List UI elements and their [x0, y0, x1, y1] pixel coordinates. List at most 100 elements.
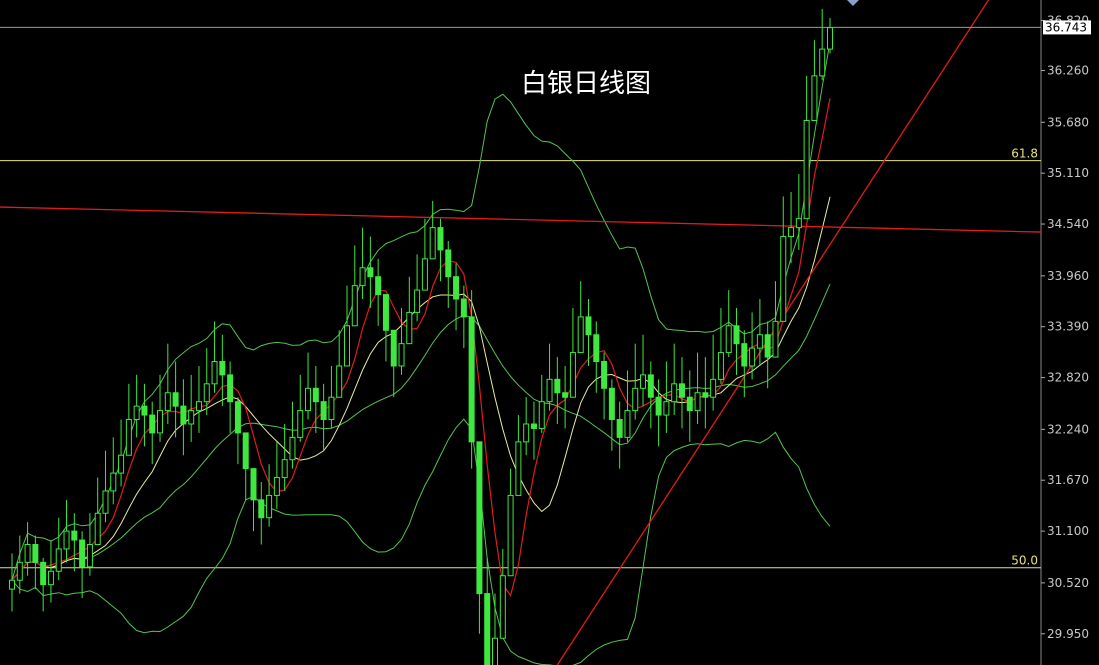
candle-body-71: [562, 392, 569, 398]
candle-body-105: [827, 27, 833, 50]
candle-body-88: [694, 392, 701, 412]
price-tick-label-3: 35.110: [1047, 166, 1089, 180]
candle-body-51: [406, 311, 413, 345]
candle-body-95: [749, 347, 756, 367]
candle-body-64: [507, 494, 514, 577]
fib-label-1: 50.0: [1011, 554, 1038, 568]
candle-body-80: [632, 387, 639, 412]
candle-body-104: [819, 48, 826, 77]
candle-body-45: [359, 267, 366, 287]
candle-body-10: [86, 543, 93, 568]
candle-body-98: [772, 320, 779, 358]
candle-body-42: [336, 365, 343, 398]
candle-body-5: [47, 570, 54, 586]
candle-body-83: [655, 396, 662, 416]
price-tick-label-2: 35.680: [1047, 115, 1089, 129]
candle-body-36: [289, 436, 296, 461]
candle-body-3: [32, 543, 39, 563]
candle-body-82: [647, 374, 654, 398]
candle-body-65: [515, 441, 522, 496]
candle-body-16: [133, 405, 140, 421]
candle-body-27: [219, 361, 226, 376]
candle-body-24: [195, 401, 202, 412]
candle-body-68: [538, 401, 545, 429]
candle-body-58: [460, 298, 467, 318]
candle-body-94: [741, 343, 748, 367]
candle-body-59: [468, 316, 475, 443]
candle-body-56: [445, 249, 452, 278]
candle-body-67: [530, 423, 537, 429]
candle-body-43: [343, 325, 350, 367]
candle-body-53: [421, 258, 428, 291]
candle-body-72: [569, 352, 576, 398]
candle-body-20: [164, 392, 171, 412]
candle-body-100: [788, 227, 795, 238]
candle-body-1: [16, 561, 23, 581]
candle-body-76: [601, 361, 608, 389]
candle-body-47: [375, 276, 382, 296]
candle-body-85: [671, 383, 678, 403]
candle-body-99: [780, 236, 787, 322]
candle-body-84: [663, 401, 670, 416]
price-tick-label-7: 32.820: [1047, 371, 1089, 385]
price-tick-label-12: 29.950: [1047, 627, 1089, 641]
price-tick-label-4: 34.540: [1047, 217, 1089, 231]
price-tick-label-6: 33.390: [1047, 320, 1089, 334]
candle-body-21: [172, 392, 179, 407]
candle-59: [468, 290, 475, 469]
candle-body-30: [242, 432, 249, 470]
candle-body-28: [227, 374, 234, 403]
chart-title: 白银日线图: [521, 69, 651, 99]
current-price-label: 36.743: [1045, 20, 1087, 34]
candle-body-101: [795, 218, 802, 229]
candle-body-37: [297, 410, 304, 438]
candle-body-15: [125, 419, 132, 456]
candle-body-46: [367, 267, 374, 278]
candle-body-97: [764, 334, 771, 358]
candle-body-63: [499, 575, 506, 639]
candle-body-91: [717, 352, 724, 380]
candle-body-19: [157, 410, 164, 434]
silver-daily-chart: 36.82036.26035.68035.11034.54033.96033.3…: [0, 0, 1099, 665]
candle-body-89: [702, 392, 709, 398]
candle-body-66: [523, 423, 530, 443]
candle-body-12: [102, 490, 109, 514]
candle-body-78: [616, 419, 623, 438]
candle-body-18: [149, 414, 156, 434]
candle-body-11: [94, 512, 101, 545]
candle-body-60: [476, 441, 483, 595]
candle-body-61: [484, 593, 491, 665]
candle-body-96: [756, 334, 763, 349]
price-tick-label-5: 33.960: [1047, 269, 1089, 283]
candle-body-17: [141, 405, 148, 416]
candle-body-93: [733, 325, 740, 345]
candle-body-8: [71, 530, 78, 541]
candle-body-26: [211, 361, 218, 385]
candle-body-79: [624, 410, 631, 438]
candle-body-14: [118, 454, 125, 474]
candle-body-41: [328, 396, 335, 421]
candle-body-54: [429, 227, 436, 260]
candle-body-25: [203, 383, 210, 403]
candle-body-87: [686, 396, 693, 412]
candle-body-69: [546, 378, 553, 403]
candle-body-86: [678, 383, 685, 398]
candle-body-62: [492, 637, 499, 665]
candle-body-35: [281, 459, 288, 479]
candle-body-52: [414, 289, 421, 313]
candle-body-75: [593, 334, 600, 363]
candle-body-0: [9, 579, 15, 590]
price-tick-label-9: 31.670: [1047, 473, 1089, 487]
candle-body-40: [320, 401, 327, 421]
candle-body-81: [640, 374, 647, 389]
price-tick-label-10: 31.100: [1047, 524, 1089, 538]
candle-body-29: [234, 401, 241, 434]
candle-body-77: [608, 387, 615, 421]
candle-body-4: [40, 561, 47, 586]
candle-body-103: [811, 75, 818, 122]
price-tick-label-8: 32.240: [1047, 422, 1089, 436]
price-tick-label-11: 30.520: [1047, 576, 1089, 590]
candle-body-31: [250, 468, 257, 501]
candle-body-22: [180, 405, 187, 425]
candle-body-2: [24, 543, 31, 563]
